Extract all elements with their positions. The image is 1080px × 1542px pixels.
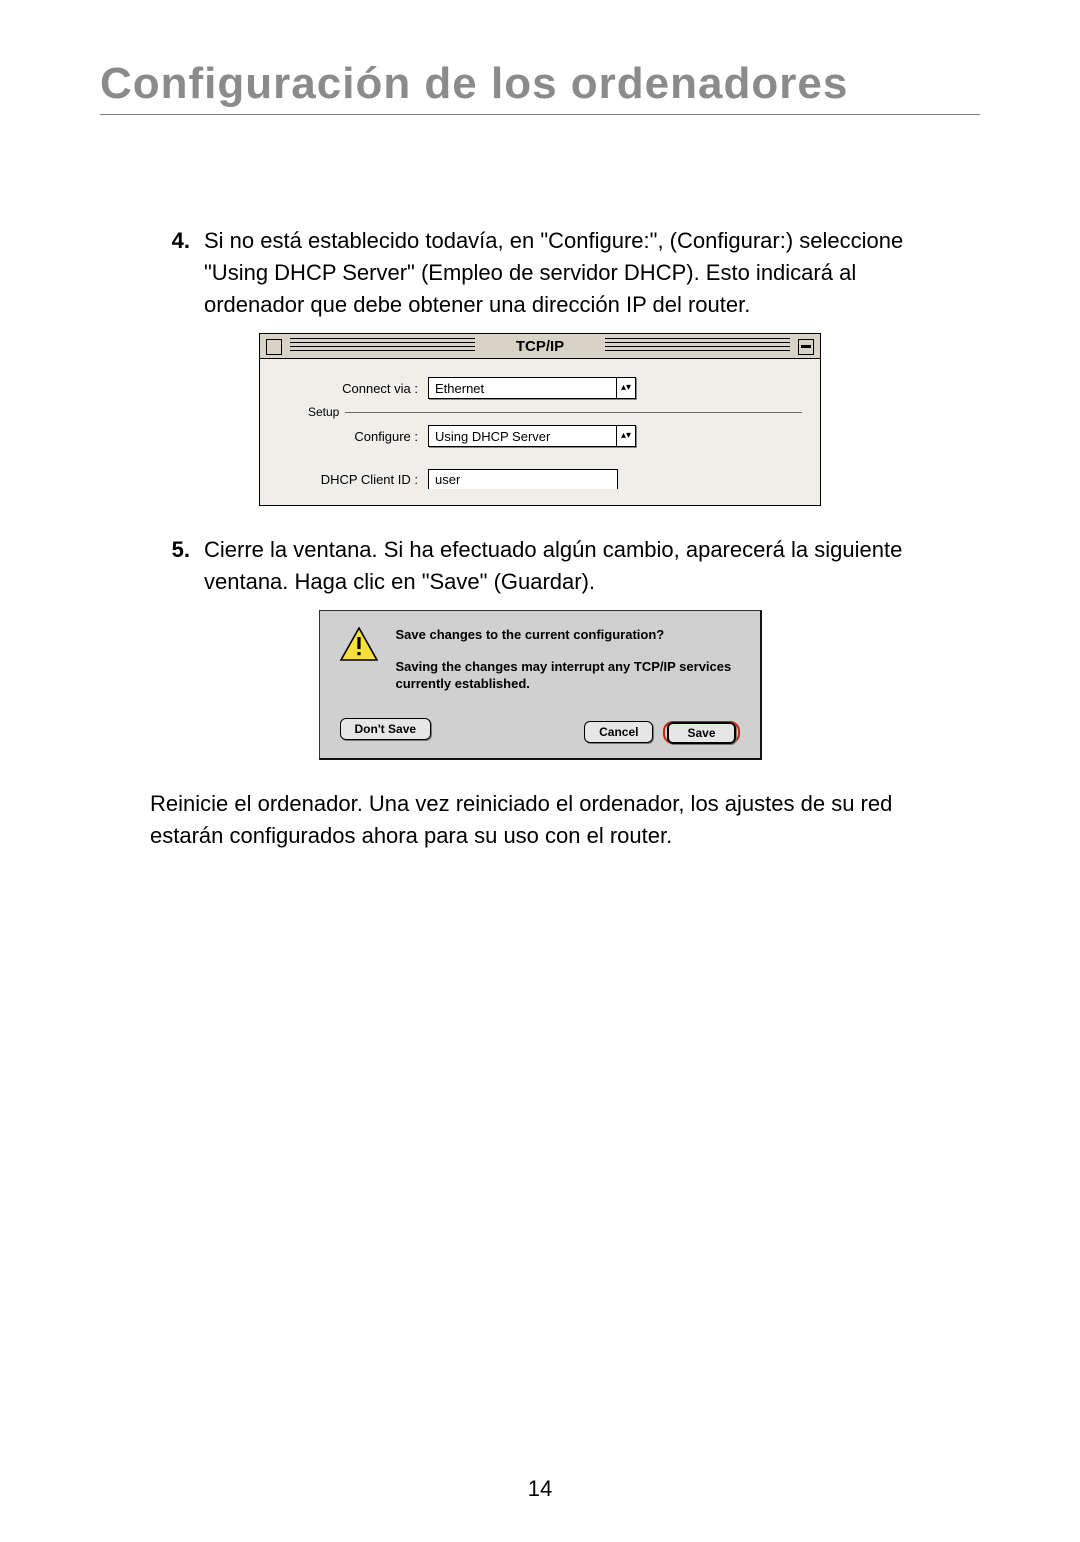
alert-button-row: Don't Save Cancel Save [340,721,740,744]
tcpip-window: TCP/IP Connect via : Ethernet ▴▾ Setup [259,333,821,506]
configure-value: Using DHCP Server [435,429,550,444]
closing-paragraph: Reinicie el ordenador. Una vez reiniciad… [150,788,930,852]
configure-label: Configure : [278,429,428,444]
alert-buttons-left: Don't Save [340,721,432,744]
tcpip-body: Connect via : Ethernet ▴▾ Setup Configur… [260,358,820,505]
step-4-text: Si no está establecido todavía, en "Conf… [204,225,930,321]
step-4-number: 4. [150,225,190,321]
connect-via-select[interactable]: Ethernet ▴▾ [428,377,636,399]
updown-arrows-icon: ▴▾ [616,426,635,446]
step-5-text: Cierre la ventana. Si ha efectuado algún… [204,534,930,598]
page-number: 14 [0,1476,1080,1502]
setup-line [308,412,802,413]
collapse-icon[interactable] [798,339,814,355]
configure-row: Configure : Using DHCP Server ▴▾ [278,425,802,447]
dhcp-client-id-input[interactable] [428,469,618,489]
alert-top: Save changes to the current configuratio… [340,627,740,693]
save-button-highlight: Save [663,721,739,744]
alert-title: Save changes to the current configuratio… [396,627,740,642]
alert-figure: Save changes to the current configuratio… [150,610,930,760]
setup-group: Setup [308,405,802,419]
connect-via-value: Ethernet [435,381,484,396]
step-5: 5. Cierre la ventana. Si ha efectuado al… [150,534,930,598]
tcpip-window-title: TCP/IP [260,334,820,358]
alert-subtitle: Saving the changes may interrupt any TCP… [396,658,740,693]
page-title: Configuración de los ordenadores [100,60,980,108]
save-alert-dialog: Save changes to the current configuratio… [319,610,762,760]
setup-label: Setup [308,405,345,419]
step-5-number: 5. [150,534,190,598]
warning-icon [340,627,378,661]
alert-buttons-right: Cancel Save [584,721,739,744]
connect-via-row: Connect via : Ethernet ▴▾ [278,377,802,399]
save-button[interactable]: Save [667,722,735,744]
updown-arrows-icon: ▴▾ [616,378,635,398]
dhcp-client-id-row: DHCP Client ID : [278,469,802,489]
dont-save-button[interactable]: Don't Save [340,718,432,740]
dhcp-client-id-label: DHCP Client ID : [278,472,428,487]
cancel-button[interactable]: Cancel [584,721,653,743]
document-page: Configuración de los ordenadores 4. Si n… [0,0,1080,1542]
tcpip-figure: TCP/IP Connect via : Ethernet ▴▾ Setup [150,333,930,506]
connect-via-label: Connect via : [278,381,428,396]
alert-message: Save changes to the current configuratio… [396,627,740,693]
title-rule [100,114,980,115]
configure-select[interactable]: Using DHCP Server ▴▾ [428,425,636,447]
tcpip-titlebar: TCP/IP [260,334,820,358]
step-4: 4. Si no está establecido todavía, en "C… [150,225,930,321]
page-content: 4. Si no está establecido todavía, en "C… [100,225,980,851]
